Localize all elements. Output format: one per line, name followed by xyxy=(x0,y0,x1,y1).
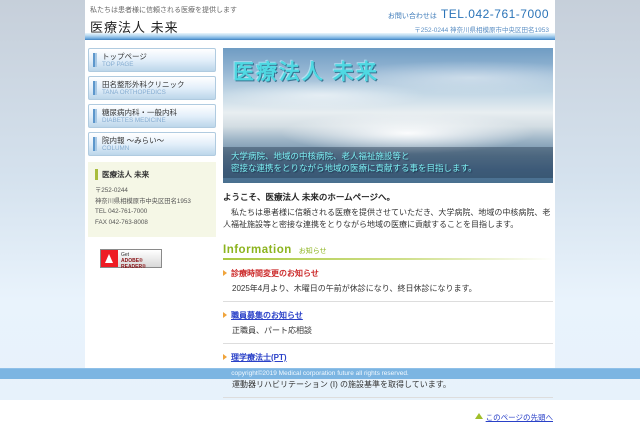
sidebar-item-diabetes-medicine[interactable]: 糖尿病内科・一般内科 DIABETES MEDICINE xyxy=(88,104,216,128)
nav-label: 田名整形外科クリニック xyxy=(102,80,185,89)
header-contact: お問い合わせは TEL.042-761-7000 〒252-0244 神奈川県相模… xyxy=(388,5,549,34)
adobe-reader-label: ADOBE® READER® xyxy=(121,258,161,270)
hero-banner: 医療法人 未来 大学病院、地域の中核病院、老人福祉施設等と 密接な連携をとりなが… xyxy=(223,48,553,183)
news-divider xyxy=(223,397,553,398)
nav-sublabel: DIABETES MEDICINE xyxy=(102,117,177,125)
arrow-bullet-icon xyxy=(223,354,227,360)
welcome-text: 私たちは患者様に信頼される医療を提供させていただき、大学病院、地域の中核病院、老… xyxy=(223,207,553,232)
hero-caption: 大学病院、地域の中核病院、老人福祉施設等と 密接な連携をとりながら地域の医療に貢… xyxy=(223,147,553,179)
content-column: 私たちは患者様に信頼される医療を提供します 医療法人 未来 お問い合わせはTEL… xyxy=(85,0,555,368)
phone-number: TEL.042-761-7000 xyxy=(441,7,549,21)
nav-label: 院内報 ～みらい～ xyxy=(102,136,164,145)
info-box-title: 医療法人 未来 xyxy=(95,169,209,180)
contact-row: お問い合わせは TEL.042-761-7000 xyxy=(388,5,549,23)
info-tel: TEL 042-761-7000 xyxy=(95,207,209,218)
news-title: 理学療法士(PT) xyxy=(231,352,287,363)
sidebar-item-column[interactable]: 院内報 ～みらい～ COLUMN xyxy=(88,132,216,156)
info-fax: FAX 042-763-8008 xyxy=(95,218,209,229)
nav-accent-icon xyxy=(93,109,97,123)
adobe-pdf-icon xyxy=(101,250,118,267)
news-body: 正職員、パート応相談 xyxy=(232,325,553,337)
hero-caption-line2: 密接な連携をとりながら地域の医療に貢献する事を目指します。 xyxy=(231,162,545,175)
up-arrow-icon xyxy=(475,413,483,419)
sidebar-item-top-page[interactable]: トップページ TOP PAGE xyxy=(88,48,216,72)
contact-label: お問い合わせは xyxy=(388,13,437,20)
information-subheading: お知らせ xyxy=(299,246,327,256)
nav-sublabel: TOP PAGE xyxy=(102,61,147,69)
arrow-bullet-icon xyxy=(223,270,227,276)
news-item: 診療時間変更のお知らせ 2025年4月より、木曜日の午前が休診になり、終日休診に… xyxy=(223,268,553,302)
page-top-link[interactable]: このページの先頭へ xyxy=(475,413,553,422)
news-link-schedule-change[interactable]: 診療時間変更のお知らせ xyxy=(223,268,553,279)
nav-label: 糖尿病内科・一般内科 xyxy=(102,108,177,117)
information-underline xyxy=(223,258,553,260)
news-body-line: 運動器リハビリテーション (Ⅰ) の施設基準を取得しています。 xyxy=(232,379,553,391)
site-header: 私たちは患者様に信頼される医療を提供します 医療法人 未来 お問い合わせはTEL… xyxy=(85,0,555,33)
news-title: 職員募集のお知らせ xyxy=(231,310,303,321)
footer-bar: copyright©2019 Medical corporation futur… xyxy=(0,368,640,379)
info-address: 神奈川県相模原市中央区田名1953 xyxy=(95,197,209,208)
welcome-heading: ようこそ、医療法人 未来のホームページへ。 xyxy=(223,191,553,203)
information-heading-row: Information お知らせ xyxy=(223,244,553,256)
info-postal: 〒252-0244 xyxy=(95,186,209,197)
nav-accent-icon xyxy=(93,137,97,151)
news-divider xyxy=(223,343,553,344)
header-address: 〒252-0244 神奈川県相模原市中央区田名1953 xyxy=(388,24,549,34)
page-background: 私たちは患者様に信頼される医療を提供します 医療法人 未来 お問い合わせはTEL… xyxy=(0,0,640,400)
information-heading: Information xyxy=(223,244,292,256)
news-body: 2025年4月より、木曜日の午前が休診になり、終日休診になります。 xyxy=(232,283,553,295)
hero-title: 医療法人 未来 xyxy=(233,56,379,86)
sidebar-item-tana-orthopedics[interactable]: 田名整形外科クリニック TANA ORTHOPEDICS xyxy=(88,76,216,100)
nav-sublabel: TANA ORTHOPEDICS xyxy=(102,89,185,97)
page-top-row: このページの先頭へ xyxy=(223,407,553,425)
nav-accent-icon xyxy=(93,81,97,95)
arrow-bullet-icon xyxy=(223,312,227,318)
news-item: 職員募集のお知らせ 正職員、パート応相談 xyxy=(223,310,553,344)
news-link-recruitment[interactable]: 職員募集のお知らせ xyxy=(223,310,553,321)
hero-caption-line1: 大学病院、地域の中核病院、老人福祉施設等と xyxy=(231,150,545,163)
nav-label: トップページ xyxy=(102,52,147,61)
news-divider xyxy=(223,301,553,302)
copyright-text: copyright©2019 Medical corporation futur… xyxy=(0,369,640,379)
nav-sublabel: COLUMN xyxy=(102,145,164,153)
nav-accent-icon xyxy=(93,53,97,67)
get-adobe-reader-badge[interactable]: Get ADOBE® READER® xyxy=(100,249,162,268)
news-link-physical-therapist[interactable]: 理学療法士(PT) xyxy=(223,352,553,363)
news-title: 診療時間変更のお知らせ xyxy=(231,268,319,279)
page-top-label: このページの先頭へ xyxy=(486,413,553,422)
contact-info-box: 医療法人 未来 〒252-0244 神奈川県相模原市中央区田名1953 TEL … xyxy=(88,162,216,237)
